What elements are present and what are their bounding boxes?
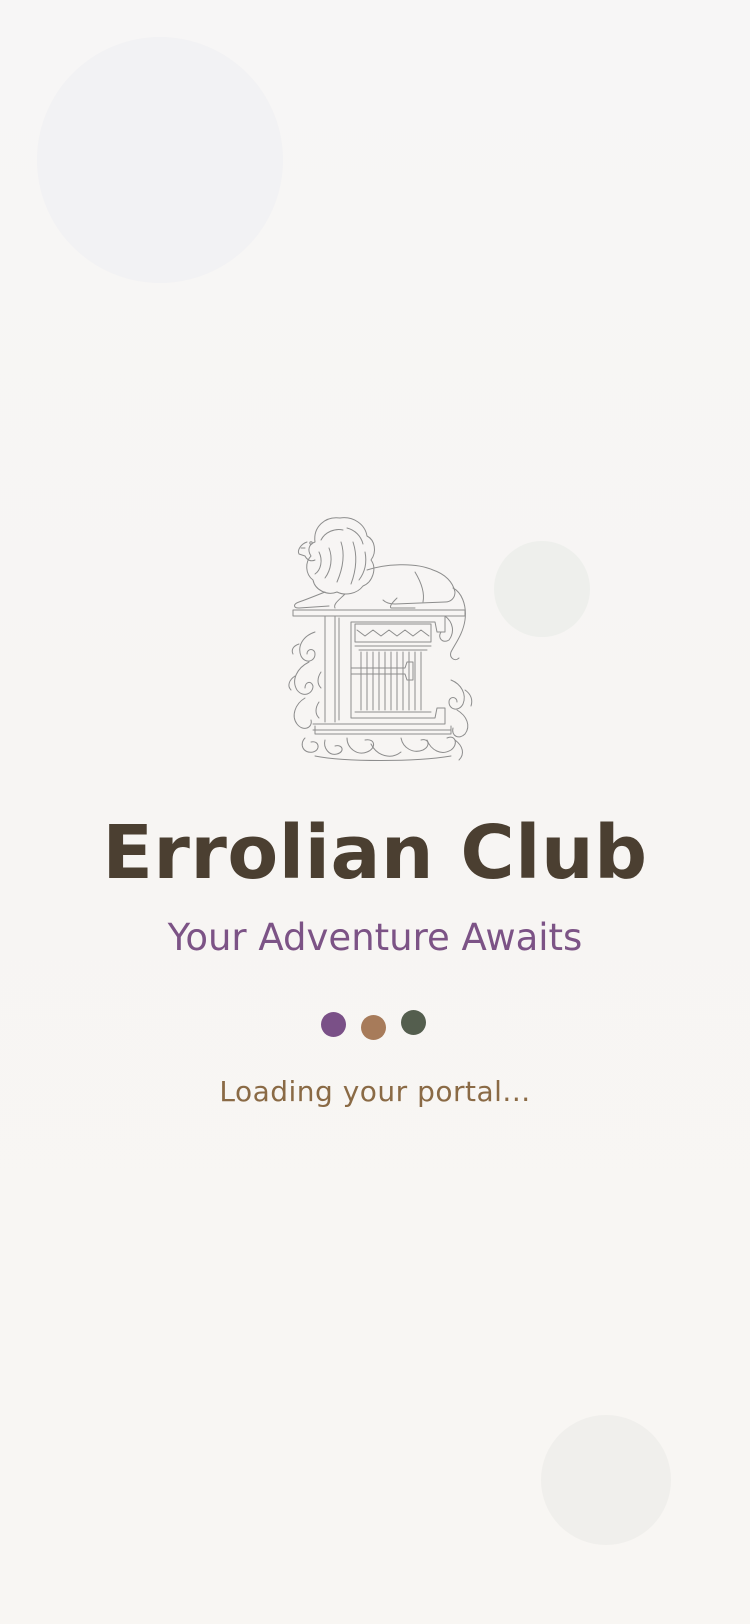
background-circle-top-left	[37, 37, 283, 283]
background-circle-middle	[494, 541, 590, 637]
loading-dot-tan	[361, 1015, 386, 1040]
lion-monogram-e-icon	[285, 512, 477, 766]
loading-dot-green	[401, 1010, 426, 1035]
loading-text: Loading your portal...	[219, 1075, 531, 1108]
app-tagline: Your Adventure Awaits	[167, 916, 583, 959]
loading-dot-purple	[321, 1012, 346, 1037]
app-title: Errolian Club	[102, 810, 648, 896]
background-circle-bottom-right	[541, 1415, 671, 1545]
loading-indicator	[321, 1010, 431, 1040]
